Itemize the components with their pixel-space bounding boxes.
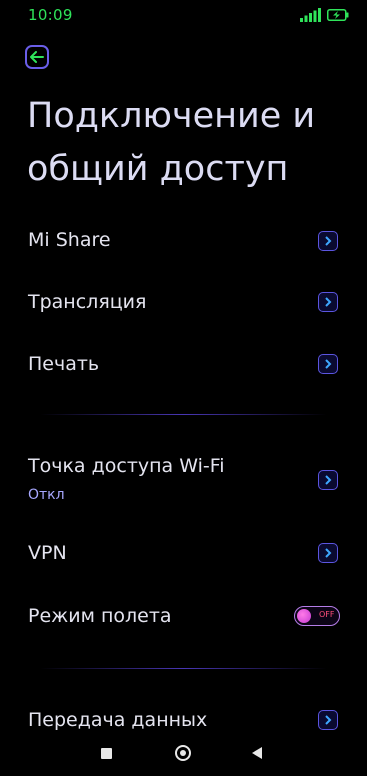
chevron-right-icon	[318, 710, 338, 730]
page-title: Подключение и общий доступ	[27, 90, 347, 196]
list-item-label: VPN	[28, 542, 67, 564]
list-item-cast[interactable]: Трансляция	[0, 273, 367, 331]
signal-icon	[300, 8, 321, 22]
chevron-right-icon	[318, 292, 338, 312]
section-divider	[40, 668, 327, 669]
navigation-bar	[0, 733, 367, 776]
section-divider	[40, 414, 327, 415]
list-item-airplane-mode[interactable]: Режим полета OFF	[0, 588, 367, 646]
list-item-mi-share[interactable]: Mi Share	[0, 212, 367, 270]
toggle-state-label: OFF	[319, 610, 335, 619]
chevron-right-icon	[318, 231, 338, 251]
chevron-right-icon	[318, 543, 338, 563]
back-icon[interactable]	[252, 747, 262, 759]
list-item-hotspot[interactable]: Точка доступа Wi-Fi Откл	[0, 450, 367, 510]
list-item-label: Передача данных	[28, 709, 208, 731]
page-title-line2: общий доступ	[27, 149, 289, 189]
toggle-knob	[297, 608, 311, 623]
battery-charging-icon	[327, 9, 349, 21]
list-item-print[interactable]: Печать	[0, 335, 367, 393]
status-time: 10:09	[28, 6, 73, 24]
home-icon[interactable]	[175, 745, 191, 761]
page-title-line1: Подключение и	[27, 96, 316, 136]
list-item-label: Точка доступа Wi-Fi	[28, 455, 225, 477]
list-item-label: Режим полета	[28, 605, 172, 627]
list-item-vpn[interactable]: VPN	[0, 525, 367, 583]
status-bar: 10:09	[0, 0, 367, 34]
list-item-label: Трансляция	[28, 291, 147, 313]
chevron-right-icon	[318, 470, 338, 490]
chevron-right-icon	[318, 354, 338, 374]
recents-icon[interactable]	[101, 748, 112, 759]
airplane-mode-toggle[interactable]: OFF	[294, 606, 340, 626]
list-item-label: Mi Share	[28, 229, 111, 251]
back-button[interactable]	[25, 45, 49, 69]
list-item-sublabel: Откл	[28, 487, 65, 503]
arrow-left-icon	[30, 51, 44, 63]
list-item-label: Печать	[28, 353, 100, 375]
